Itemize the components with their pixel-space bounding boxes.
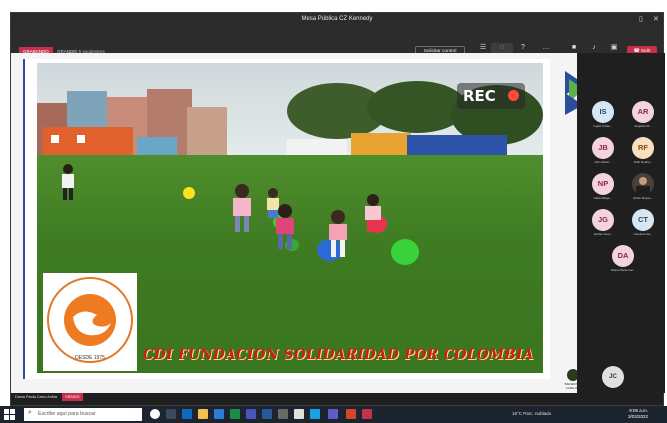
record-dot-icon	[508, 90, 519, 101]
taskbar-clock[interactable]: 9:05 a.m. 3/03/2022	[628, 408, 648, 420]
file-explorer-icon[interactable]	[198, 409, 208, 419]
participant-name: John Albert...	[594, 160, 612, 164]
participant-name: Jenifer Gera...	[593, 232, 613, 236]
participant-tile[interactable]: AR Angelica M...	[623, 101, 663, 135]
participant-tile[interactable]: DA Diana Paola Cal...	[603, 245, 643, 279]
powerpoint-icon[interactable]	[346, 409, 356, 419]
child-figure	[365, 194, 381, 232]
participant-tile[interactable]: CT Carolina Cla...	[623, 209, 663, 243]
participant-tile[interactable]: JG Jenifer Gera...	[583, 209, 623, 243]
question-icon: ?	[521, 44, 525, 51]
mail-icon[interactable]	[214, 409, 224, 419]
chrome-icon[interactable]	[294, 409, 304, 419]
teams-window: Mesa Pública CZ Kennedy ▯ ✕ GRABANDO GRA…	[10, 12, 665, 406]
self-avatar[interactable]: JC	[602, 366, 624, 388]
title-bar: Mesa Pública CZ Kennedy ▯ ✕	[11, 13, 663, 27]
camera-icon: ■	[571, 44, 577, 51]
windows-taskbar: Escribe aquí para buscar ⌕ 16°C Parc. nu…	[0, 406, 667, 423]
participant-name: Ingrid Yohan...	[593, 124, 613, 128]
minimize-icon[interactable]: ▯	[639, 15, 643, 23]
windows-start-icon[interactable]	[4, 409, 15, 420]
participant-tile[interactable]: JB John Albert...	[583, 137, 623, 171]
participant-name: Angelica M...	[634, 124, 652, 128]
avatar: JB	[592, 137, 614, 159]
screen: Mesa Pública CZ Kennedy ▯ ✕ GRABANDO GRA…	[0, 0, 667, 423]
taskbar-search-input[interactable]: Escribe aquí para buscar	[24, 408, 142, 421]
person-photo-icon	[636, 177, 650, 195]
shared-content: REC DESDE 1975 CDI FUNDACION SOLIDARIDAD…	[23, 59, 583, 390]
participant-name: Néfrio Reyes...	[633, 196, 653, 200]
houses-image	[37, 89, 227, 163]
green-ball	[391, 239, 419, 265]
avatar: DA	[612, 245, 634, 267]
excel-icon[interactable]	[230, 409, 240, 419]
participant-name: Diana Paola Cal...	[610, 268, 636, 272]
participants-panel: IS Ingrid Yohan... AR Angelica M... JB J…	[577, 53, 665, 393]
word-icon[interactable]	[262, 409, 272, 419]
avatar: NP	[592, 173, 614, 195]
participant-name: Ruth Rodriq...	[633, 160, 653, 164]
teams-taskbar-icon[interactable]	[246, 409, 256, 419]
app-icon[interactable]	[310, 409, 320, 419]
avatar: AR	[632, 101, 654, 123]
rec-badge: REC	[457, 83, 525, 109]
avatar: CT	[632, 209, 654, 231]
avatar: IS	[592, 101, 614, 123]
video-caption: CDI FUNDACION SOLIDARIDAD POR COLOMBIA	[143, 347, 534, 363]
avatar: RF	[632, 137, 654, 159]
participant-name: Nidia Marge...	[593, 196, 613, 200]
more-icon: …	[542, 44, 550, 51]
shared-screen: REC DESDE 1975 CDI FUNDACION SOLIDARIDAD…	[11, 53, 583, 393]
avatar-photo	[632, 173, 654, 195]
weather-widget[interactable]: 16°C Parc. nublado	[512, 411, 551, 416]
avatar: JG	[592, 209, 614, 231]
cortana-icon[interactable]	[150, 409, 160, 419]
task-view-icon[interactable]	[166, 409, 176, 419]
participant-tile[interactable]: RF Ruth Rodriq...	[623, 137, 663, 171]
presenter-badge: VIENDO	[62, 393, 83, 401]
participant-tile[interactable]: IS Ingrid Yohan...	[583, 101, 623, 135]
clock-date: 3/03/2022	[628, 414, 649, 419]
window-title: Mesa Pública CZ Kennedy	[301, 16, 373, 22]
close-icon[interactable]: ✕	[653, 15, 659, 23]
logo-since: DESDE 1975	[75, 355, 105, 361]
child-figure	[329, 210, 347, 257]
share-icon: ▣	[610, 44, 618, 51]
app-icon[interactable]	[362, 409, 372, 419]
participant-tile[interactable]: NP Nidia Marge...	[583, 173, 623, 207]
child-figure	[62, 164, 74, 200]
child-figure	[276, 204, 294, 249]
participant-tile[interactable]: Néfrio Reyes...	[623, 173, 663, 207]
chat-bubble-icon: ◌	[499, 44, 505, 51]
edge-icon[interactable]	[182, 409, 192, 419]
teams-active-icon[interactable]	[328, 409, 338, 419]
yellow-ball	[183, 187, 195, 199]
rec-text: REC	[463, 87, 496, 105]
child-figure	[233, 184, 251, 232]
participant-name: Carolina Cla...	[633, 232, 653, 236]
foundation-logo: DESDE 1975	[43, 273, 137, 371]
presenter-name: Diana Paola Calvo Ardila	[15, 395, 58, 399]
video-frame: REC DESDE 1975 CDI FUNDACION SOLIDARIDAD…	[37, 63, 543, 373]
mic-icon: ♪	[592, 44, 596, 51]
presenter-label: Diana Paola Calvo Ardila VIENDO	[15, 393, 83, 401]
app-icon[interactable]	[278, 409, 288, 419]
search-icon: ⌕	[28, 409, 32, 416]
